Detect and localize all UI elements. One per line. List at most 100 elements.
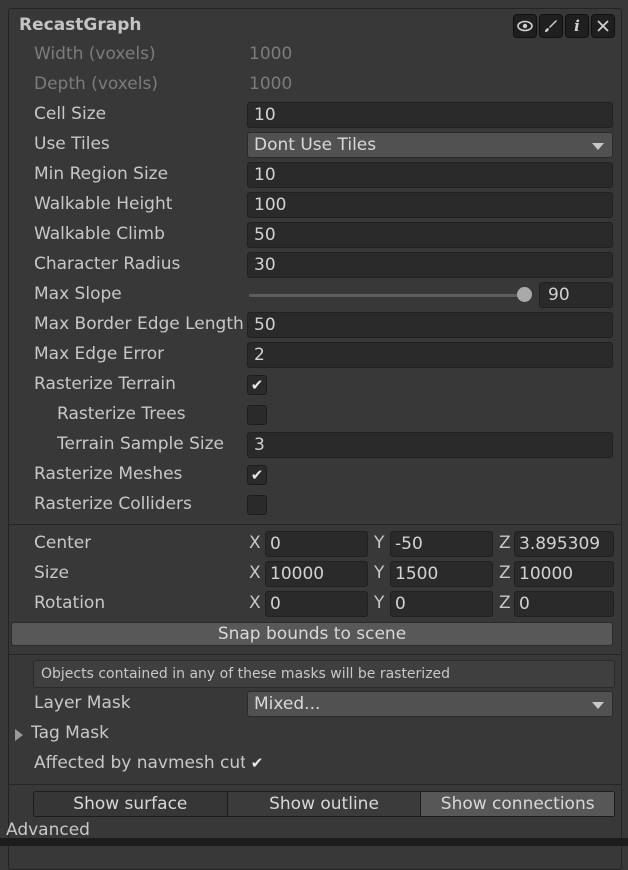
size-z-field[interactable]: 10000 (514, 561, 614, 587)
rasterize-trees-row: Rasterize Trees (9, 400, 621, 430)
mask-help-box: Objects contained in any of these masks … (33, 660, 615, 688)
use-tiles-value: Dont Use Tiles (254, 135, 377, 155)
min-region-row: Min Region Size 10 (9, 160, 621, 190)
separator (9, 654, 621, 655)
layer-mask-dropdown[interactable]: Mixed... (247, 691, 613, 717)
navmesh-cut-row: Affected by navmesh cuts ✔ (9, 749, 621, 779)
axis-z-label: Z (499, 563, 511, 583)
navmesh-cut-label: Affected by navmesh cuts (34, 753, 245, 773)
axis-y-label: Y (374, 533, 385, 553)
rasterize-meshes-row: Rasterize Meshes ✔ (9, 460, 621, 490)
component-header: RecastGraph i (9, 9, 621, 41)
rasterize-colliders-row: Rasterize Colliders (9, 490, 621, 520)
axis-x-label: X (249, 533, 261, 553)
layer-mask-row: Layer Mask Mixed... (9, 689, 621, 719)
width-value: 1000 (249, 44, 293, 64)
separator (9, 784, 621, 785)
snap-bounds-button[interactable]: Snap bounds to scene (11, 622, 613, 646)
center-z-field[interactable]: 3.895309 (514, 531, 614, 557)
max-slope-field[interactable]: 90 (539, 282, 613, 308)
terrain-sample-label: Terrain Sample Size (57, 434, 224, 454)
walkable-height-label: Walkable Height (34, 194, 173, 214)
max-border-row: Max Border Edge Length 50 (9, 310, 621, 340)
min-region-field[interactable]: 10 (247, 162, 613, 188)
rasterize-terrain-checkbox[interactable]: ✔ (247, 375, 267, 395)
axis-x-label: X (249, 563, 261, 583)
character-radius-label: Character Radius (34, 254, 181, 274)
checkmark-icon: ✔ (250, 466, 264, 484)
display-mode-toggle: Show surface Show outline Show connectio… (33, 791, 615, 817)
recast-graph-panel: RecastGraph i Width (voxels) 1000 Depth … (8, 8, 622, 870)
center-y-field[interactable]: -50 (390, 531, 493, 557)
max-border-field[interactable]: 50 (247, 312, 613, 338)
max-edge-error-label: Max Edge Error (34, 344, 165, 364)
max-border-label: Max Border Edge Length (34, 314, 244, 334)
rotation-label: Rotation (34, 593, 106, 613)
checkmark-icon: ✔ (250, 376, 264, 394)
info-icon[interactable]: i (565, 14, 589, 38)
checkmark-icon: ✔ (250, 754, 264, 772)
rasterize-terrain-label: Rasterize Terrain (34, 374, 176, 394)
slider-handle[interactable] (517, 287, 532, 302)
cell-size-label: Cell Size (34, 104, 107, 124)
max-edge-error-row: Max Edge Error 2 (9, 340, 621, 370)
walkable-climb-label: Walkable Climb (34, 224, 165, 244)
depth-label: Depth (voxels) (34, 74, 158, 94)
rasterize-meshes-label: Rasterize Meshes (34, 464, 183, 484)
max-slope-slider[interactable] (249, 294, 527, 297)
close-icon[interactable] (591, 14, 615, 38)
layer-mask-label: Layer Mask (34, 693, 131, 713)
width-row: Width (voxels) 1000 (9, 40, 621, 70)
navmesh-cut-checkbox[interactable]: ✔ (247, 754, 267, 774)
advanced-foldout-label[interactable]: Advanced (6, 820, 90, 840)
show-connections-button[interactable]: Show connections (421, 792, 615, 816)
max-slope-label: Max Slope (34, 284, 122, 304)
cell-size-row: Cell Size 10 (9, 100, 621, 130)
center-row: Center X 0 Y -50 Z 3.895309 (9, 529, 621, 559)
max-slope-row: Max Slope 90 (9, 280, 621, 310)
show-surface-button[interactable]: Show surface (34, 792, 228, 816)
size-y-field[interactable]: 1500 (390, 561, 493, 587)
center-label: Center (34, 533, 92, 553)
rasterize-trees-checkbox[interactable] (247, 405, 267, 425)
show-outline-button[interactable]: Show outline (227, 792, 422, 816)
tag-mask-label[interactable]: Tag Mask (31, 723, 109, 743)
character-radius-row: Character Radius 30 (9, 250, 621, 280)
depth-value: 1000 (249, 74, 293, 94)
rasterize-meshes-checkbox[interactable]: ✔ (247, 465, 267, 485)
center-x-field[interactable]: 0 (265, 531, 368, 557)
axis-x-label: X (249, 593, 261, 613)
rotation-y-field[interactable]: 0 (390, 591, 493, 617)
walkable-climb-field[interactable]: 50 (247, 222, 613, 248)
size-x-field[interactable]: 10000 (265, 561, 368, 587)
separator (9, 524, 621, 525)
terrain-sample-field[interactable]: 3 (247, 432, 613, 458)
rotation-z-field[interactable]: 0 (514, 591, 614, 617)
size-row: Size X 10000 Y 1500 Z 10000 (9, 559, 621, 589)
walkable-height-field[interactable]: 100 (247, 192, 613, 218)
rasterize-trees-label: Rasterize Trees (57, 404, 186, 424)
max-edge-error-field[interactable]: 2 (247, 342, 613, 368)
chevron-down-icon (592, 143, 604, 150)
bottom-edge (0, 838, 628, 846)
width-label: Width (voxels) (34, 44, 156, 64)
min-region-label: Min Region Size (34, 164, 169, 184)
use-tiles-dropdown[interactable]: Dont Use Tiles (247, 132, 613, 158)
cell-size-field[interactable]: 10 (247, 102, 613, 128)
foldout-arrow-icon[interactable] (15, 729, 23, 741)
walkable-climb-row: Walkable Climb 50 (9, 220, 621, 250)
rasterize-colliders-checkbox[interactable] (247, 495, 267, 515)
chevron-down-icon (592, 702, 604, 709)
use-tiles-row: Use Tiles Dont Use Tiles (9, 130, 621, 160)
tag-mask-row[interactable]: Tag Mask (9, 719, 621, 749)
eye-icon[interactable] (513, 14, 537, 38)
depth-row: Depth (voxels) 1000 (9, 70, 621, 100)
layer-mask-value: Mixed... (254, 694, 321, 714)
axis-y-label: Y (374, 563, 385, 583)
terrain-sample-row: Terrain Sample Size 3 (9, 430, 621, 460)
use-tiles-label: Use Tiles (34, 134, 110, 154)
rotation-x-field[interactable]: 0 (265, 591, 368, 617)
brush-icon[interactable] (539, 14, 563, 38)
character-radius-field[interactable]: 30 (247, 252, 613, 278)
size-label: Size (34, 563, 69, 583)
